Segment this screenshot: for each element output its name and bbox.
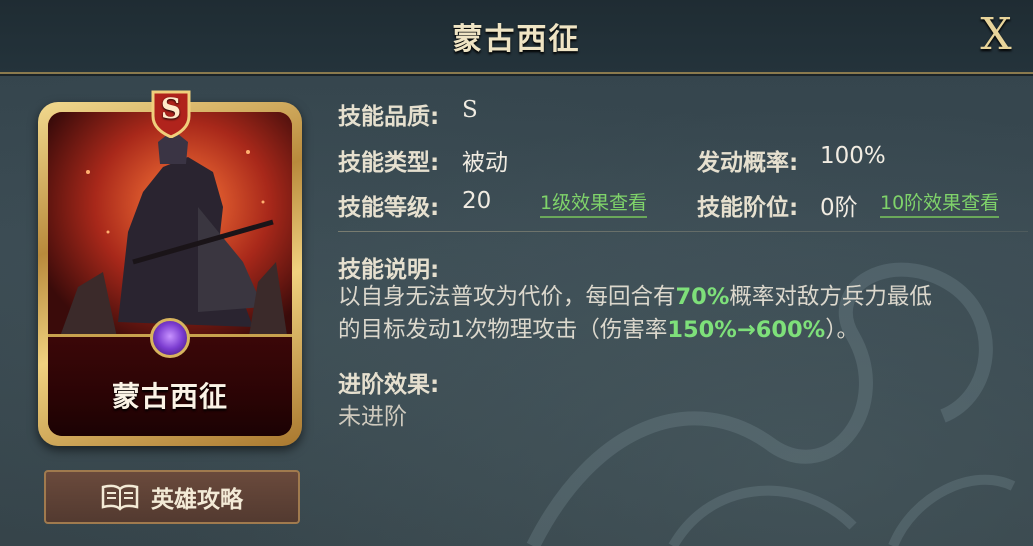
skill-description: 以自身无法普攻为代价，每回合有70%概率对敌方兵力最低 的目标发动1次物理攻击（… <box>338 281 1018 347</box>
desc-text: 概率对敌方兵力最低 <box>729 284 932 310</box>
card-art-panel: 蒙古西征 <box>48 112 292 436</box>
rank10-effect-link[interactable]: 10阶效果查看 <box>880 188 1000 218</box>
card-artwork <box>48 112 292 342</box>
skill-card: 蒙古西征 S <box>38 88 302 446</box>
desc-text: 的目标发动1次物理攻击（伤害率 <box>338 317 668 343</box>
desc-highlight-chance: 70% <box>675 284 730 310</box>
advance-effect-value: 未进阶 <box>338 404 407 430</box>
header-bar: 蒙古西征 X <box>0 0 1033 74</box>
card-name: 蒙古西征 <box>111 380 228 413</box>
section-divider <box>338 231 1028 232</box>
hero-guide-label: 英雄攻略 <box>151 487 243 513</box>
hero-guide-button[interactable]: 英雄攻略 <box>44 470 300 524</box>
quality-label: 技能品质: <box>338 104 440 130</box>
level-value: 20 <box>462 188 492 214</box>
type-value: 被动 <box>462 150 508 176</box>
description-label: 技能说明: <box>338 257 440 283</box>
description-line-2: 的目标发动1次物理攻击（伤害率150%→600%）。 <box>338 314 1018 347</box>
description-line-1: 以自身无法普攻为代价，每回合有70%概率对敌方兵力最低 <box>338 281 1018 314</box>
type-label: 技能类型: <box>338 150 440 176</box>
desc-text: ）。 <box>825 317 859 343</box>
level-label: 技能等级: <box>338 195 440 221</box>
page-title: 蒙古西征 <box>452 22 581 57</box>
grade-badge: S <box>150 88 192 139</box>
close-button[interactable]: X <box>973 10 1019 60</box>
trigger-rate-label: 发动概率: <box>697 150 799 176</box>
desc-highlight-damage: 150%→600% <box>667 317 826 343</box>
rank-value: 0阶 <box>820 195 858 221</box>
level1-effect-link[interactable]: 1级效果查看 <box>540 188 648 218</box>
background-ornament <box>526 262 1016 546</box>
card-faction-orb-icon <box>150 318 190 358</box>
advance-effect-label: 进阶效果: <box>338 372 440 398</box>
grade-letter: S <box>160 92 182 125</box>
book-icon <box>101 484 139 511</box>
quality-value: S <box>462 97 478 123</box>
desc-text: 以自身无法普攻为代价，每回合有 <box>338 284 676 310</box>
trigger-rate-value: 100% <box>820 143 886 169</box>
rank-label: 技能阶位: <box>697 195 799 221</box>
